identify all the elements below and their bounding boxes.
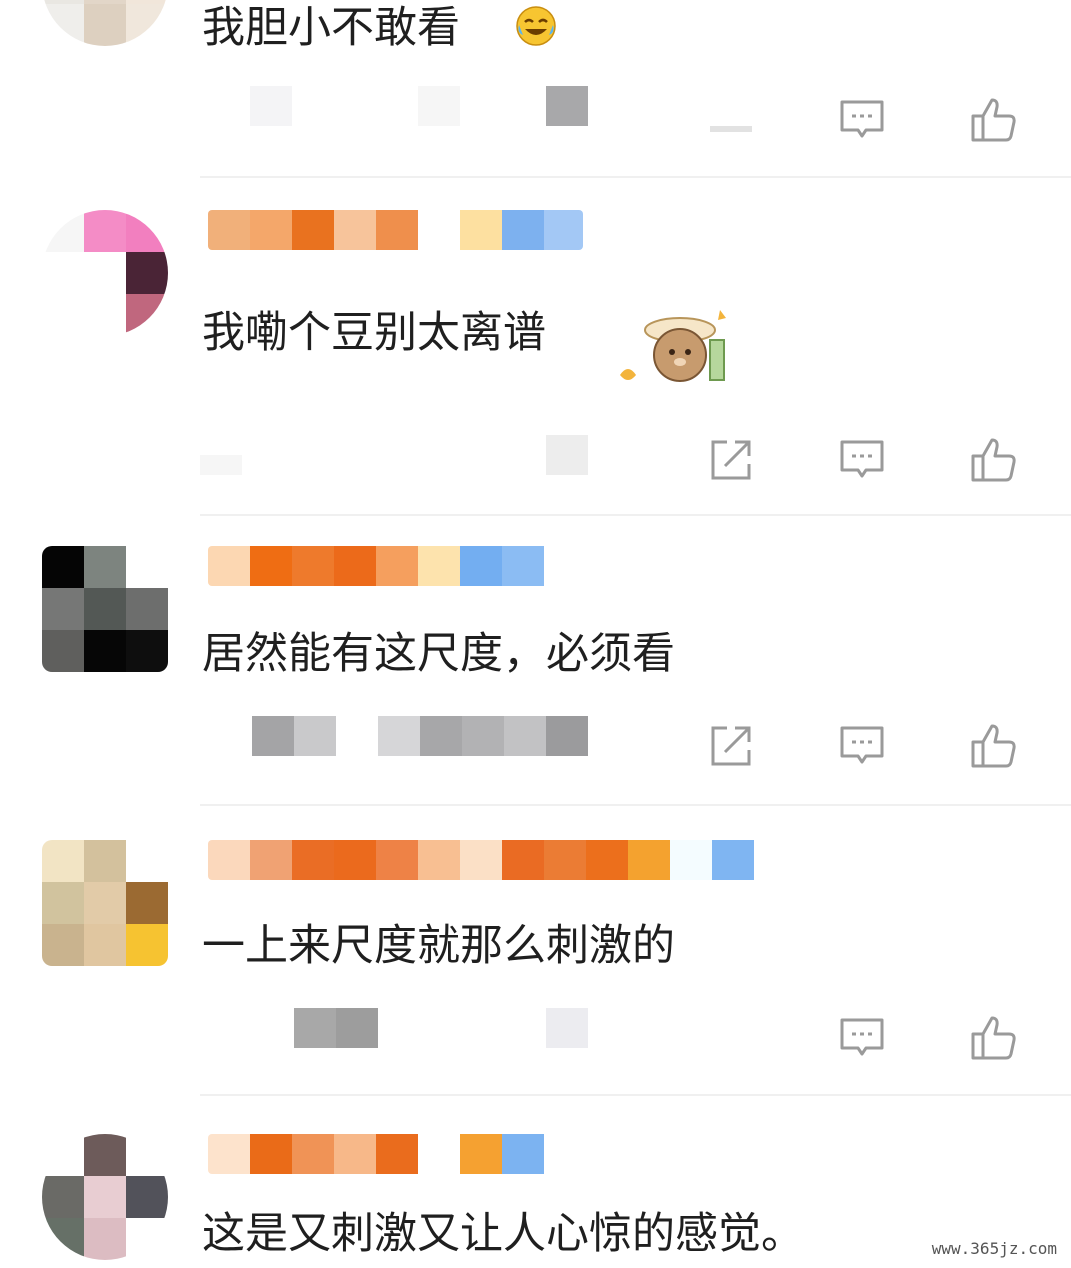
avatar[interactable] bbox=[42, 1134, 168, 1260]
like-icon bbox=[971, 1016, 1016, 1060]
action-bar bbox=[834, 92, 1021, 148]
comment-button[interactable] bbox=[834, 718, 890, 774]
like-button[interactable] bbox=[965, 92, 1021, 148]
like-button[interactable] bbox=[965, 718, 1021, 774]
username[interactable] bbox=[208, 840, 758, 880]
share-button[interactable] bbox=[703, 718, 759, 774]
comment-icon bbox=[840, 726, 884, 764]
share-button[interactable] bbox=[703, 432, 759, 488]
divider bbox=[200, 176, 1071, 178]
comment-text: 我嘞个豆别太离谱 bbox=[202, 308, 546, 358]
comment-button[interactable] bbox=[834, 1010, 890, 1066]
divider bbox=[200, 1094, 1071, 1096]
action-bar bbox=[834, 1010, 1021, 1066]
comment-text: 居然能有这尺度，必须看 bbox=[202, 629, 675, 679]
comment-text: 我胆小不敢看 bbox=[202, 3, 460, 53]
action-bar bbox=[703, 718, 1021, 774]
avatar[interactable] bbox=[42, 546, 168, 672]
share-icon bbox=[711, 440, 751, 480]
share-icon bbox=[711, 726, 751, 766]
like-icon bbox=[971, 98, 1016, 142]
like-icon bbox=[971, 438, 1016, 482]
bear-sticker-icon bbox=[620, 310, 726, 382]
username[interactable] bbox=[208, 1134, 548, 1174]
divider bbox=[200, 514, 1071, 516]
username[interactable] bbox=[208, 546, 548, 586]
comment-icon bbox=[840, 100, 884, 138]
avatar[interactable] bbox=[42, 210, 168, 336]
comment-button[interactable] bbox=[834, 432, 890, 488]
username[interactable] bbox=[208, 210, 583, 250]
comment-icon bbox=[840, 1018, 884, 1056]
like-button[interactable] bbox=[965, 1010, 1021, 1066]
divider bbox=[200, 804, 1071, 806]
comment-button[interactable] bbox=[834, 92, 890, 148]
comment-text: 这是又刺激又让人心惊的感觉。 bbox=[202, 1209, 804, 1259]
avatar[interactable] bbox=[42, 0, 168, 46]
like-icon bbox=[971, 724, 1016, 768]
action-bar bbox=[703, 432, 1021, 488]
like-button[interactable] bbox=[965, 432, 1021, 488]
crying-laughing-emoji-icon bbox=[516, 6, 556, 46]
comment-text: 一上来尺度就那么刺激的 bbox=[202, 921, 675, 971]
comment-icon bbox=[840, 440, 884, 478]
avatar[interactable] bbox=[42, 840, 168, 966]
watermark: www.365jz.com bbox=[927, 1237, 1061, 1260]
